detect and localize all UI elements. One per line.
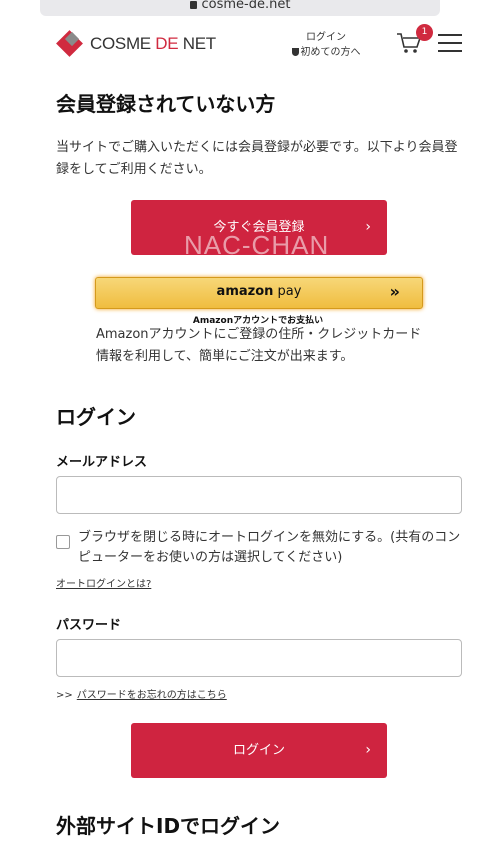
email-label: メールアドレス	[56, 455, 148, 470]
menu-icon[interactable]	[438, 32, 462, 52]
auto-login-checkbox[interactable]	[56, 535, 70, 549]
browser-url-bar[interactable]: cosme-de.net	[0, 0, 480, 18]
amazon-pay-button[interactable]: amazon pay »	[95, 277, 423, 309]
auto-login-label: ブラウザを閉じる時にオートログインを無効にする。(共有のコンピューターをお使いの…	[78, 530, 461, 565]
cart-count-badge: 1	[416, 24, 433, 41]
register-heading: 会員登録されていない方	[56, 92, 276, 116]
chevron-right-icon: ›	[365, 219, 371, 235]
site-logo[interactable]: COSME DE NET	[56, 30, 216, 58]
url-pill[interactable]: cosme-de.net	[40, 0, 440, 16]
forgot-prefix: >>	[56, 690, 73, 701]
login-heading: ログイン	[56, 405, 136, 429]
shield-icon	[291, 48, 299, 56]
login-button-label: ログイン	[232, 743, 285, 758]
external-login-heading: 外部サイトIDでログイン	[56, 814, 281, 838]
chevron-right-icon: ›	[365, 742, 371, 758]
register-description: 当サイトでご購入いただくには会員登録が必要です。以下より会員登録をしてご利用くだ…	[56, 140, 458, 177]
password-label: パスワード	[56, 618, 122, 633]
amazon-pay-logo: amazon pay	[216, 284, 302, 299]
login-link[interactable]: ログイン	[286, 30, 366, 45]
amazon-pay-description: Amazonアカウントにご登録の住所・クレジットカード情報を利用して、簡単にご注…	[96, 327, 422, 364]
url-text: cosme-de.net	[201, 0, 291, 12]
login-button[interactable]: ログイン ›	[131, 723, 387, 778]
double-chevron-right-icon: »	[389, 282, 400, 301]
email-input[interactable]	[56, 476, 462, 514]
lock-icon	[189, 0, 197, 9]
site-header: COSME DE NET ログイン 初めての方へ 1	[0, 18, 480, 70]
forgot-password-link[interactable]: >> パスワードをお忘れの方はこちら	[56, 686, 227, 701]
watermark: NAC-CHAN	[184, 230, 330, 260]
password-input[interactable]	[56, 639, 462, 677]
auto-login-help-link[interactable]: オートログインとは?	[56, 575, 151, 590]
forgot-link-text: パスワードをお忘れの方はこちら	[76, 690, 227, 701]
logo-text: COSME DE NET	[90, 34, 216, 53]
first-time-link[interactable]: 初めての方へ	[286, 45, 366, 60]
logo-diamond-icon	[56, 30, 84, 58]
header-account-links: ログイン 初めての方へ	[286, 30, 366, 60]
